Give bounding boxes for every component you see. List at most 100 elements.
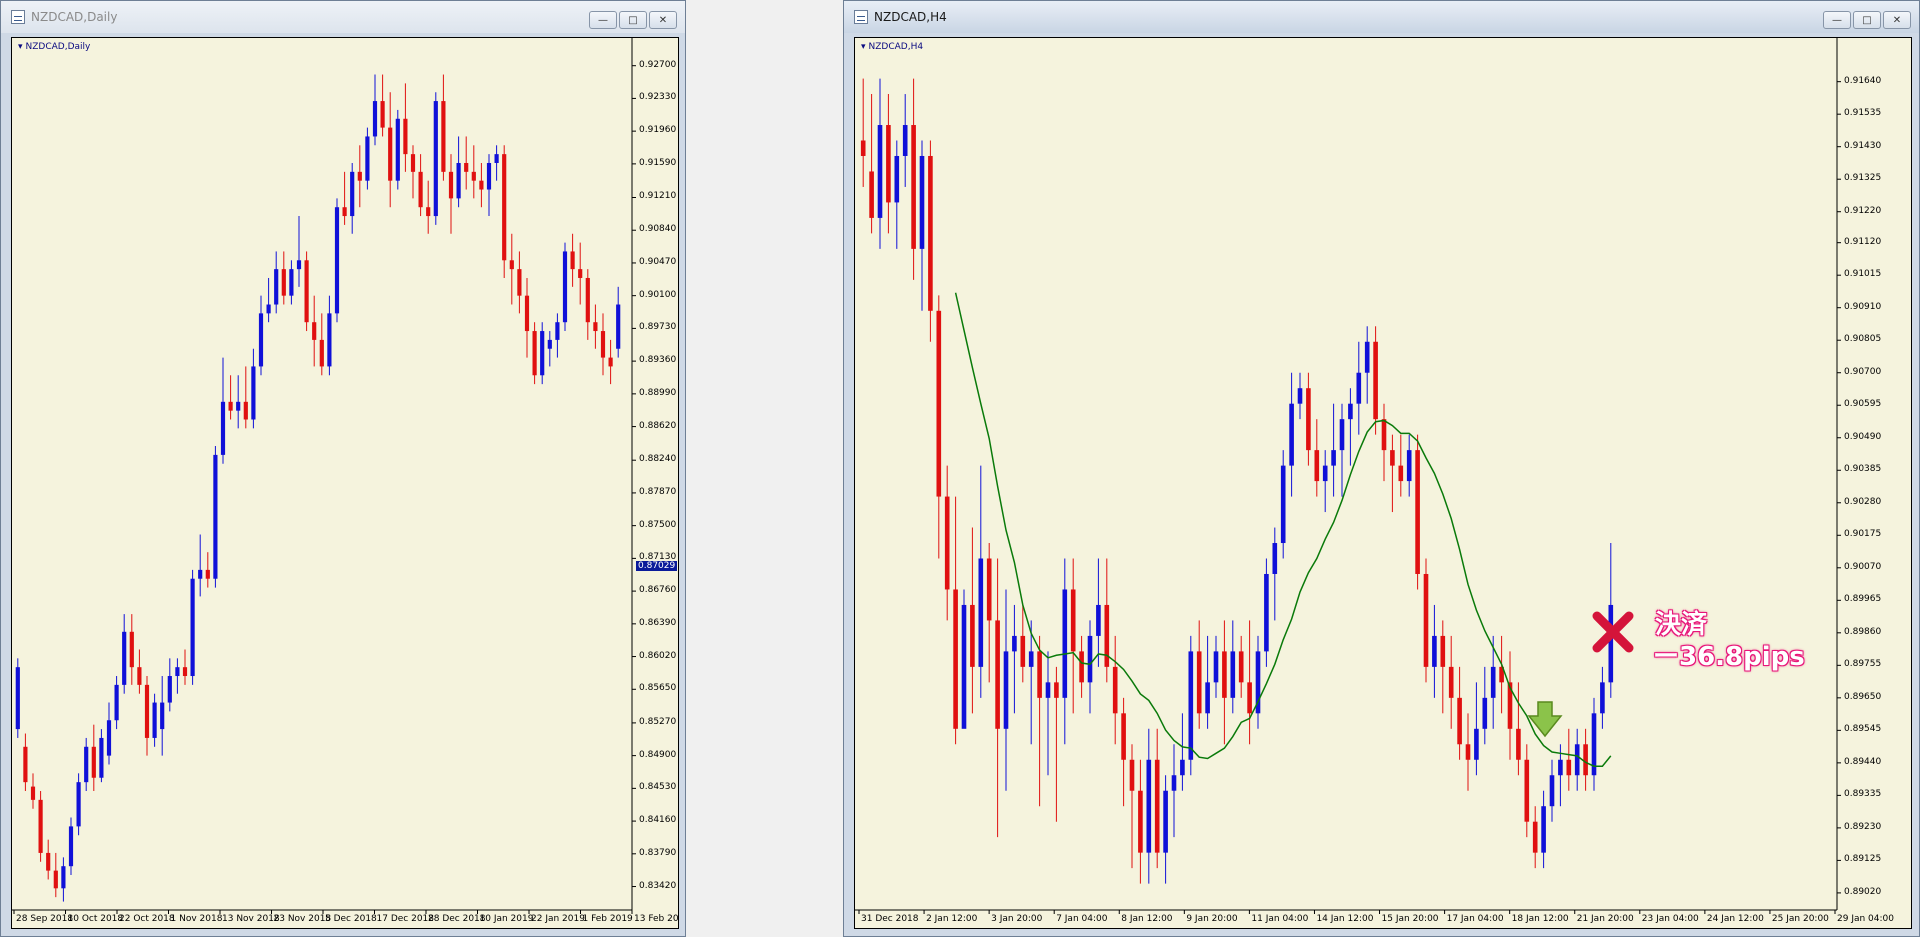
candle-body <box>76 782 81 827</box>
candle-body <box>517 269 522 296</box>
candle-body <box>1373 341 1378 420</box>
candle-body <box>312 322 317 340</box>
candle-body <box>1171 775 1177 791</box>
close-button[interactable]: ✕ <box>649 11 677 29</box>
candle-body <box>144 684 150 738</box>
close-button[interactable]: ✕ <box>1883 11 1911 29</box>
candle-body <box>1322 465 1328 482</box>
candle-body <box>1566 759 1572 776</box>
candle-body <box>471 171 476 181</box>
candle-body <box>357 171 362 181</box>
price-tick-label: 0.86020 <box>639 650 677 661</box>
candle-body <box>1054 682 1059 698</box>
candle-body <box>1339 419 1345 451</box>
daily-chart-window[interactable]: NZDCAD,Daily — □ ✕ NZDCAD,Daily 0.92700 0… <box>0 0 686 937</box>
candle-body <box>886 125 891 203</box>
chart-window-icon <box>11 10 25 24</box>
h4-chart-area[interactable]: NZDCAD,H4 0.916400.915350.914300.913250.… <box>854 37 1912 929</box>
candle-body <box>456 162 461 199</box>
h4-chart-window[interactable]: NZDCAD,H4 — □ ✕ NZDCAD,H4 0.91640 0.91535… <box>843 0 1920 937</box>
candle-body <box>1289 403 1294 466</box>
candle-body <box>961 604 967 729</box>
price-tick-label: 0.91325 <box>1844 173 1882 184</box>
candle-body <box>319 339 324 367</box>
candle-body <box>1112 666 1118 714</box>
time-tick-label: 3 Jan 20:00 <box>991 914 1043 924</box>
candle-body <box>304 260 309 323</box>
time-tick-label: 23 Nov 2018 <box>273 914 332 924</box>
price-tick-label: 0.92700 <box>639 59 677 70</box>
candle-body <box>1558 759 1563 776</box>
maximize-button[interactable]: □ <box>619 11 647 29</box>
time-tick-label: 13 Nov 2018 <box>222 914 280 924</box>
price-tick-label: 0.84900 <box>639 749 677 760</box>
time-tick-label: 14 Jan 12:00 <box>1316 914 1374 924</box>
candle-body <box>426 207 431 217</box>
minimize-button[interactable]: — <box>589 11 617 29</box>
daily-current-price-label: 0.87029 <box>636 561 678 572</box>
price-tick-label: 0.89650 <box>1844 691 1882 702</box>
candle-body <box>342 207 347 217</box>
candle-body <box>1490 666 1496 698</box>
candle-body <box>1163 790 1168 853</box>
candle-body <box>509 260 514 270</box>
candle-body <box>236 401 241 411</box>
candle-body <box>1280 465 1286 544</box>
h4-candlestick-chart <box>855 38 1841 914</box>
maximize-button[interactable]: □ <box>1853 11 1881 29</box>
candle-body <box>388 127 393 181</box>
time-tick-label: 17 Dec 2018 <box>376 914 435 924</box>
time-tick-label: 13 Feb 2019 <box>634 914 679 924</box>
candle-body <box>869 171 874 218</box>
candle-body <box>281 269 286 296</box>
candle-body <box>1045 682 1051 698</box>
candle-body <box>1012 635 1017 652</box>
price-tick-label: 0.90700 <box>1844 366 1882 377</box>
candle-body <box>1121 713 1126 760</box>
price-tick-label: 0.85270 <box>639 716 677 727</box>
candle-body <box>1037 651 1042 698</box>
price-tick-label: 0.88240 <box>639 454 677 465</box>
time-tick-label: 17 Jan 04:00 <box>1446 914 1504 924</box>
time-tick-label: 9 Jan 20:00 <box>1186 914 1238 924</box>
daily-chart-area[interactable]: NZDCAD,Daily 0.927000.923300.919600.9159… <box>11 37 679 929</box>
time-tick-label: 28 Sep 2018 <box>16 914 74 924</box>
candle-body <box>919 155 925 249</box>
candle-body <box>953 589 958 729</box>
candle-body <box>114 684 119 721</box>
candle-body <box>1096 604 1101 636</box>
h4-window-titlebar[interactable]: NZDCAD,H4 — □ ✕ <box>844 1 1919 33</box>
candle-body <box>190 578 195 677</box>
candle-body <box>1180 759 1185 776</box>
minimize-button[interactable]: — <box>1823 11 1851 29</box>
time-tick-label: 25 Jan 20:00 <box>1771 914 1829 924</box>
daily-window-titlebar[interactable]: NZDCAD,Daily — □ ✕ <box>1 1 685 33</box>
price-tick-label: 0.88620 <box>639 420 677 431</box>
candle-body <box>1574 744 1580 776</box>
candle-body <box>433 101 438 217</box>
price-tick-label: 0.87500 <box>639 519 677 530</box>
candle-body <box>1079 651 1084 683</box>
chart-window-icon <box>854 10 868 24</box>
candle-body <box>15 667 20 730</box>
candle-body <box>350 171 355 217</box>
candle-body <box>1138 790 1143 853</box>
price-tick-label: 0.90470 <box>639 256 677 267</box>
price-tick-label: 0.87870 <box>639 486 677 497</box>
price-tick-label: 0.91120 <box>1844 236 1882 247</box>
price-tick-label: 0.91015 <box>1844 269 1882 280</box>
candle-body <box>944 496 950 590</box>
time-tick-label: 7 Jan 04:00 <box>1056 914 1108 924</box>
candle-body <box>547 339 552 349</box>
time-tick-label: 5 Dec 2018 <box>325 914 377 924</box>
candle-body <box>593 322 598 332</box>
time-tick-label: 11 Jan 04:00 <box>1251 914 1309 924</box>
candle-body <box>1440 635 1446 667</box>
candle-body <box>137 667 142 685</box>
price-tick-label: 0.89360 <box>639 355 677 366</box>
candle-body <box>1205 682 1210 714</box>
price-tick-label: 0.91430 <box>1844 140 1882 151</box>
candle-body <box>532 331 537 376</box>
time-tick-label: 10 Jan 2019 <box>479 914 534 924</box>
candle-body <box>562 251 568 323</box>
